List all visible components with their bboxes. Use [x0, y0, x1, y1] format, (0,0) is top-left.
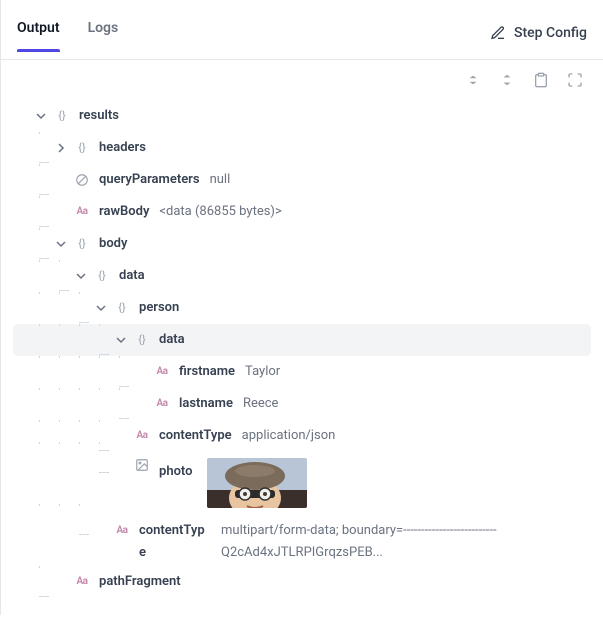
- object-icon: {}: [73, 230, 91, 258]
- null-icon: [73, 173, 91, 187]
- tree-value: <data (86855 bytes)>: [159, 198, 281, 226]
- toolbar: [1, 60, 603, 100]
- tree-key: data: [159, 326, 185, 354]
- tree-value: null: [210, 166, 231, 194]
- object-icon: {}: [133, 326, 151, 354]
- chevron-down-icon[interactable]: [53, 236, 69, 252]
- tree-key: contentType: [159, 422, 232, 450]
- tree-row-headers[interactable]: {} headers: [13, 132, 595, 164]
- tree-key: headers: [99, 134, 146, 162]
- object-icon: {}: [93, 262, 111, 290]
- tree-key: data: [119, 262, 145, 290]
- panel-header: Output Logs Step Config: [1, 0, 603, 60]
- tree-row-photo[interactable]: photo: [13, 452, 595, 516]
- tree-row-body-data[interactable]: {} data: [13, 260, 595, 292]
- chevron-right-icon[interactable]: [53, 140, 69, 156]
- chevron-down-icon[interactable]: [73, 268, 89, 284]
- tree-view: {} results {} headers queryParameters nu…: [1, 100, 603, 618]
- string-icon: Aa: [153, 358, 171, 386]
- tree-row-person-content-type[interactable]: Aa contentType application/json: [13, 420, 595, 452]
- tree-key: pathFragment: [99, 568, 181, 596]
- tree-key: person: [139, 294, 179, 322]
- photo-thumbnail[interactable]: [207, 458, 307, 508]
- tree-row-data-content-type[interactable]: Aa contentType multipart/form-data; boun…: [13, 516, 595, 566]
- tree-row-firstname[interactable]: Aa firstname Taylor: [13, 356, 595, 388]
- tree-key: results: [79, 102, 119, 130]
- tab-output[interactable]: Output: [17, 20, 60, 52]
- string-icon: Aa: [133, 422, 151, 450]
- expand-all-icon[interactable]: [499, 72, 515, 88]
- clipboard-icon[interactable]: [533, 72, 549, 88]
- tabs: Output Logs: [17, 20, 118, 59]
- tree-key: photo: [159, 458, 193, 486]
- tree-row-query-parameters[interactable]: queryParameters null: [13, 164, 595, 196]
- tree-row-person-data[interactable]: {} data: [13, 324, 591, 356]
- tree-key: rawBody: [99, 198, 149, 226]
- chevron-down-icon[interactable]: [113, 332, 129, 348]
- step-config-label: Step Config: [514, 25, 587, 41]
- tree-value: application/json: [242, 422, 336, 450]
- chevron-down-icon[interactable]: [33, 108, 49, 124]
- string-icon: Aa: [73, 568, 91, 596]
- tree-row-body[interactable]: {} body: [13, 228, 595, 260]
- tree-row-person[interactable]: {} person: [13, 292, 595, 324]
- object-icon: {}: [73, 134, 91, 162]
- object-icon: {}: [53, 102, 71, 130]
- pencil-icon: [490, 25, 506, 41]
- chevron-down-icon[interactable]: [93, 300, 109, 316]
- string-icon: Aa: [73, 198, 91, 226]
- tree-row-lastname[interactable]: Aa lastname Reece: [13, 388, 595, 420]
- fullscreen-icon[interactable]: [567, 72, 583, 88]
- tree-key: queryParameters: [99, 166, 200, 194]
- tree-value: Taylor: [245, 358, 280, 386]
- tree-row-raw-body[interactable]: Aa rawBody <data (86855 bytes)>: [13, 196, 595, 228]
- tree-key: lastname: [179, 390, 233, 418]
- collapse-all-icon[interactable]: [465, 72, 481, 88]
- string-icon: Aa: [153, 390, 171, 418]
- tree-key: body: [99, 230, 127, 258]
- tree-value: multipart/form-data; boundary=----------…: [221, 520, 595, 564]
- step-config-button[interactable]: Step Config: [490, 25, 587, 55]
- tree-value: Reece: [243, 390, 279, 418]
- tab-logs[interactable]: Logs: [88, 20, 119, 52]
- tree-key: contentType: [139, 520, 211, 564]
- tree-key: firstname: [179, 358, 235, 386]
- tree-row-results[interactable]: {} results: [13, 100, 595, 132]
- object-icon: {}: [113, 294, 131, 322]
- tree-row-path-fragment[interactable]: Aa pathFragment: [13, 566, 595, 598]
- string-icon: Aa: [113, 520, 131, 542]
- image-icon: [133, 458, 151, 472]
